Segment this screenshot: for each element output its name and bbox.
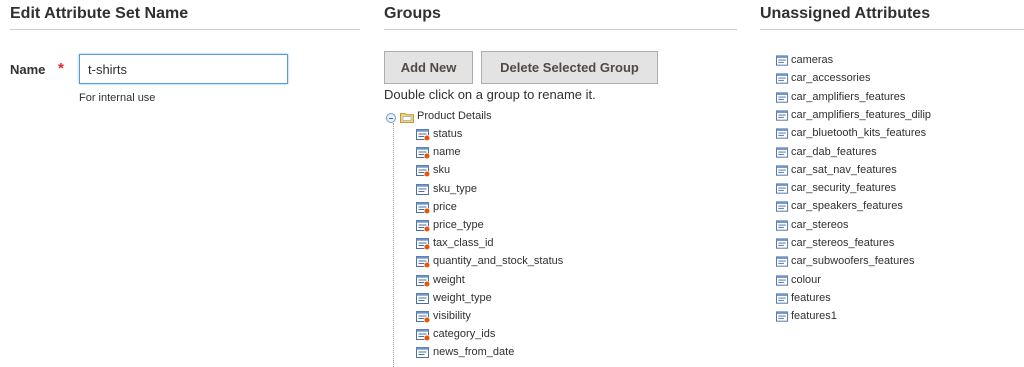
attribute-icon [776, 311, 789, 322]
attribute-icon [776, 256, 789, 267]
unassigned-item-label: features1 [791, 310, 837, 323]
system-attribute-icon [416, 165, 430, 178]
system-attribute-icon [416, 147, 430, 160]
attribute-icon [776, 220, 789, 231]
name-input[interactable] [79, 54, 288, 84]
system-attribute-icon [416, 220, 430, 232]
system-attribute-icon [416, 129, 430, 141]
unassigned-item-label: car_stereos_features [791, 237, 895, 249]
unassigned-item-label: cameras [791, 54, 834, 66]
attribute-icon [416, 347, 429, 359]
required-marker: * [58, 60, 64, 77]
collapse-toggle-icon[interactable] [386, 113, 396, 123]
unassigned-item-label: car_amplifiers_features_dilip [791, 108, 932, 121]
attribute-icon [776, 146, 789, 158]
attribute-icon [776, 275, 789, 286]
tree-node-label: sku_type [433, 182, 478, 195]
unassigned-item-label: car_dab_features [791, 145, 877, 158]
attribute-icon [416, 183, 429, 195]
name-label: Name [10, 62, 46, 77]
tree-node-label: news_from_date [433, 346, 515, 359]
tree-node-label: price [433, 200, 457, 213]
tree-node-label: tax_class_id [433, 237, 494, 250]
name-note: For internal use [79, 92, 156, 104]
attribute-icon [776, 293, 789, 304]
tree-node-label: status [433, 128, 463, 140]
name-field-row: Name * [10, 53, 360, 87]
tree-node-label: weight [433, 273, 465, 286]
delete-selected-group-button[interactable]: Delete Selected Group [481, 51, 658, 84]
unassigned-item-label: car_speakers_features [791, 200, 903, 213]
attribute-icon [776, 165, 789, 176]
edit-name-section: Edit Attribute Set Name Name * For inter… [10, 0, 360, 104]
system-attribute-icon [416, 329, 430, 342]
unassigned-item-label: car_sat_nav_features [791, 163, 897, 176]
attribute-icon [776, 92, 789, 103]
add-new-group-button[interactable]: Add New [384, 51, 473, 84]
groups-heading: Groups [384, 0, 737, 30]
group-label: Product Details [417, 110, 492, 122]
unassigned-heading: Unassigned Attributes [760, 0, 1024, 30]
rename-hint: Double click on a group to rename it. [384, 87, 596, 102]
unassigned-item-label: features [791, 291, 831, 304]
tree-node-label: quantity_and_stock_status [433, 255, 564, 268]
attribute-icon [776, 183, 789, 194]
tree-node-label: weight_type [433, 291, 492, 304]
unassigned-item-label: car_accessories [791, 72, 871, 85]
unassigned-item-label: car_bluetooth_kits_features [791, 127, 927, 140]
attribute-icon [776, 201, 789, 213]
tree-connector [393, 123, 394, 367]
unassigned-item-label: colour [791, 273, 821, 286]
unassigned-section: Unassigned Attributes cameras car_accesso… [760, 0, 1024, 322]
unassigned-item-label: car_subwoofers_features [791, 255, 915, 268]
unassigned-item-label: car_security_features [791, 182, 897, 195]
groups-section: Groups Add New Delete Selected Group Dou… [384, 0, 737, 367]
system-attribute-icon [416, 256, 430, 269]
tree-node-label: price_type [433, 219, 484, 231]
attribute-icon [416, 292, 429, 304]
tree-node-label: name [433, 146, 461, 159]
system-attribute-icon [416, 201, 430, 214]
system-attribute-icon [416, 311, 430, 323]
tree-node-label: category_ids [433, 328, 496, 341]
unassigned-item-label: car_stereos [791, 218, 849, 231]
attribute-icon [776, 55, 789, 66]
unassigned-item-label: car_amplifiers_features [791, 90, 906, 103]
tree-node-label: visibility [433, 310, 471, 322]
attribute-icon [776, 128, 789, 139]
folder-icon [400, 113, 414, 123]
tree-node-label: sku [433, 164, 451, 177]
attribute-icon [776, 238, 789, 249]
edit-name-heading: Edit Attribute Set Name [10, 0, 360, 30]
attribute-icon [776, 110, 789, 121]
attribute-icon [776, 73, 789, 84]
system-attribute-icon [416, 274, 430, 287]
system-attribute-icon [416, 238, 430, 251]
